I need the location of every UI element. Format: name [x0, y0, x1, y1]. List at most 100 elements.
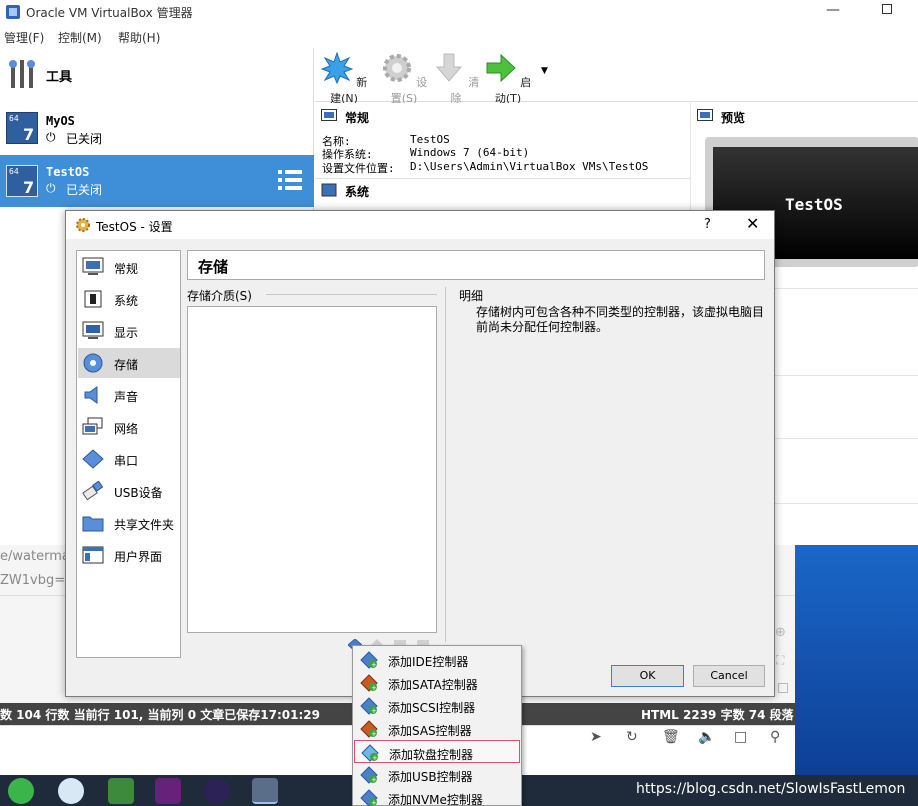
folder-icon — [82, 516, 104, 532]
settings-button[interactable]: 设置(S) — [379, 52, 429, 105]
menu-help[interactable]: 帮助(H) — [118, 29, 160, 46]
dialog-titlebar: TestOS - 设置 ? ✕ — [66, 211, 774, 239]
menu-item-add-sata[interactable]: + 添加SATA控制器 — [354, 671, 520, 694]
ok-button[interactable]: OK — [611, 665, 684, 687]
vm-item-myos[interactable]: 64 7 MyOS ⏻ 已关闭 — [0, 102, 314, 154]
gear-icon — [76, 218, 90, 232]
nav-item-user-interface[interactable]: 用户界面 — [78, 540, 180, 570]
ide-controller-icon: + — [360, 651, 378, 669]
detail-key: 设置文件位置: — [322, 162, 395, 175]
close-icon[interactable]: ✕ — [746, 214, 759, 233]
svg-text:+: + — [371, 730, 377, 738]
vm-item-testos[interactable]: 64 7 TestOS ⏻ 已关闭 — [0, 155, 314, 207]
crosshair-icon: ⊕ — [775, 625, 786, 640]
nav-item-serial[interactable]: 串口 — [78, 444, 180, 474]
new-button[interactable]: 新建(N) — [319, 51, 369, 105]
info-text: 存储树内可包含各种不同类型的控制器，该虚拟电脑目前尚未分配任何控制器。 — [476, 305, 765, 334]
discard-button[interactable]: 清除 — [431, 52, 481, 105]
visual-studio-icon[interactable] — [155, 778, 181, 804]
nav-item-storage[interactable]: 存储 — [78, 348, 180, 378]
usb-icon — [82, 481, 104, 501]
pin-icon[interactable]: ➤ — [590, 729, 602, 745]
power-off-icon: ⏻ — [46, 181, 56, 195]
nav-item-audio[interactable]: 声音 — [78, 380, 180, 410]
tools-item[interactable]: 工具 — [0, 48, 314, 100]
windows7-icon: 64 7 — [6, 112, 38, 144]
serial-port-icon — [82, 449, 104, 469]
monitor-icon — [697, 109, 713, 121]
browser-icon[interactable] — [58, 778, 84, 804]
nav-item-network[interactable]: 网络 — [78, 412, 180, 442]
maximize-icon[interactable] — [882, 4, 892, 14]
window-titlebar: Oracle VM VirtualBox 管理器 — — [0, 0, 918, 24]
arrow-down-icon — [435, 53, 462, 82]
ui-window-icon — [82, 546, 104, 564]
vm-state: 已关闭 — [66, 183, 103, 197]
network-icon — [82, 417, 103, 435]
monitor-icon — [82, 257, 104, 275]
main-toolbar: 新建(N) 设置(S) 清除 启动(T) ▼ — [315, 48, 918, 105]
window-title: Oracle VM VirtualBox 管理器 — [26, 6, 193, 20]
vim-icon[interactable] — [108, 778, 134, 804]
status-left: 数 104 行数 当前行 101, 当前列 0 文章已保存17:01:29 — [0, 708, 320, 722]
menu-item-add-scsi[interactable]: + 添加SCSI控制器 — [354, 694, 520, 717]
cancel-button[interactable]: Cancel — [693, 665, 765, 687]
virtualbox-task-icon[interactable] — [252, 778, 278, 804]
svg-text:+: + — [372, 754, 378, 762]
tools-icon — [9, 60, 35, 88]
power-off-icon: ⏻ — [46, 130, 56, 144]
speaker-icon[interactable]: 🔈 — [698, 729, 715, 745]
chip-icon — [321, 183, 337, 197]
speaker-icon — [84, 386, 98, 404]
scsi-controller-icon: + — [360, 697, 378, 715]
detail-value: Windows 7 (64-bit) — [410, 146, 530, 159]
search-icon[interactable]: ⚲ — [770, 729, 780, 745]
storage-tree[interactable] — [187, 306, 437, 633]
window-icon[interactable]: □ — [734, 729, 747, 745]
settings-nav: 常规 系统 显示 存储 声音 网络 串口 USB设备 共享文件夹 用户界面 — [76, 250, 181, 658]
nvme-controller-icon: + — [360, 789, 378, 806]
monitor-icon — [321, 109, 337, 121]
nav-item-usb[interactable]: USB设备 — [78, 476, 180, 506]
usb-controller-icon: + — [360, 766, 378, 784]
minimize-icon[interactable]: — — [826, 2, 840, 18]
menu-item-add-ide[interactable]: + 添加IDE控制器 — [354, 648, 520, 671]
nav-item-general[interactable]: 常规 — [78, 252, 180, 282]
new-star-icon — [320, 51, 354, 85]
nav-item-display[interactable]: 显示 — [78, 316, 180, 346]
menu-item-add-nvme[interactable]: + 添加NVMe控制器 — [354, 786, 520, 806]
square-icon — [778, 683, 788, 693]
nav-item-system[interactable]: 系统 — [78, 284, 180, 314]
detail-value: TestOS — [410, 133, 450, 146]
detail-value: D:\Users\Admin\VirtualBox VMs\TestOS — [410, 160, 649, 173]
eclipse-icon[interactable] — [204, 778, 230, 804]
list-menu-icon[interactable] — [278, 169, 302, 191]
app-360-icon[interactable] — [8, 778, 34, 804]
svg-text:+: + — [371, 776, 377, 784]
refresh-icon[interactable]: ↻ — [626, 729, 638, 745]
tools-label: 工具 — [46, 70, 73, 85]
chip-icon — [84, 290, 102, 308]
details-pane: 常规 名称: TestOS 操作系统: Windows 7 (64-bit) 设… — [315, 103, 690, 213]
dialog-title: TestOS - 设置 — [96, 220, 173, 234]
trash-icon[interactable]: 🗑 — [662, 729, 680, 745]
display-icon — [82, 321, 104, 339]
disk-icon — [83, 353, 103, 373]
floppy-controller-icon: + — [361, 744, 379, 762]
watermark-text: https://blog.csdn.net/SlowIsFastLemon — [636, 781, 906, 797]
nav-item-shared-folders[interactable]: 共享文件夹 — [78, 508, 180, 538]
menu-item-add-sas[interactable]: + 添加SAS控制器 — [354, 717, 520, 740]
start-button[interactable]: 启动(T) — [483, 52, 533, 105]
menu-control[interactable]: 控制(M) — [58, 29, 102, 46]
svg-text:+: + — [371, 661, 377, 669]
help-button[interactable]: ? — [704, 217, 711, 232]
menu-item-add-usb[interactable]: + 添加USB控制器 — [354, 763, 520, 786]
virtualbox-logo-icon — [6, 5, 20, 19]
menu-item-add-floppy[interactable]: + 添加软盘控制器 — [354, 740, 520, 763]
vm-name: MyOS — [46, 114, 75, 128]
expand-icon: ⛶ — [776, 653, 785, 667]
menu-manage[interactable]: 管理(F) — [4, 29, 44, 46]
start-dropdown-icon[interactable]: ▼ — [541, 66, 548, 76]
sas-controller-icon: + — [360, 720, 378, 738]
section-header: 存储 — [187, 250, 765, 280]
